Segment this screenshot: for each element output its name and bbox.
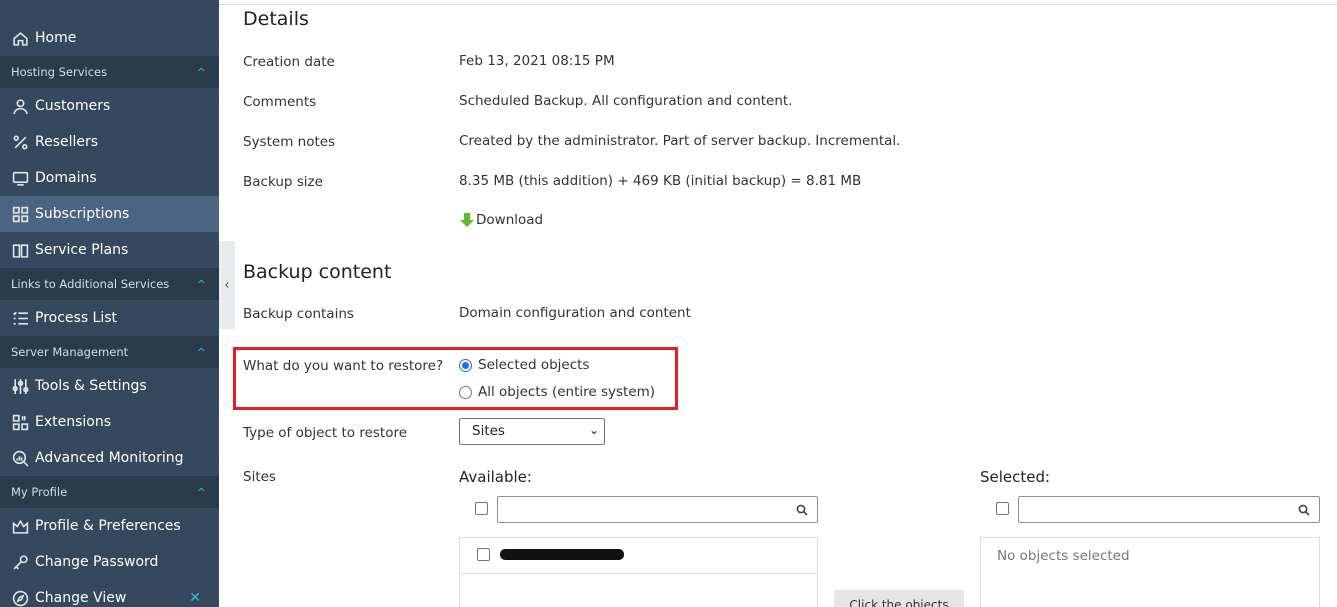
sidebar-item-tools-settings[interactable]: Tools & Settings: [0, 368, 219, 404]
sidebar-item-label: Subscriptions: [35, 206, 130, 222]
sidebar-section-label: My Profile: [11, 485, 68, 499]
redacted-item-name: [500, 549, 624, 560]
sidebar-item-advanced-monitoring[interactable]: Advanced Monitoring: [0, 440, 219, 476]
sidebar-item-profile-preferences[interactable]: Profile & Preferences: [0, 508, 219, 544]
download-label: Download: [476, 212, 544, 228]
details-heading: Details: [243, 8, 309, 30]
sidebar-item-service-plans[interactable]: Service Plans: [0, 232, 219, 268]
sidebar-collapse-handle[interactable]: ‹: [219, 241, 235, 329]
home-icon: [11, 29, 29, 47]
backup-size-label: Backup size: [243, 174, 323, 190]
sidebar-item-label: Change Password: [35, 554, 159, 570]
selected-list: No objects selected: [980, 537, 1320, 607]
backup-size-value: 8.35 MB (this addition) + 469 KB (initia…: [459, 173, 862, 189]
sidebar-item-change-password[interactable]: Change Password: [0, 544, 219, 580]
backup-contains-label: Backup contains: [243, 306, 354, 322]
search-icon: [1298, 504, 1310, 516]
grid-icon: [11, 205, 29, 223]
sidebar-item-label: Extensions: [35, 414, 112, 430]
list-item-checkbox[interactable]: [477, 548, 490, 561]
chevron-up-icon: ^: [196, 65, 206, 79]
selected-select-all-checkbox[interactable]: [996, 502, 1009, 515]
sliders-icon: [11, 377, 29, 395]
selected-search-input[interactable]: [1018, 496, 1320, 523]
crown-icon: [11, 517, 29, 535]
creation-date-label: Creation date: [243, 54, 335, 70]
available-select-all-checkbox[interactable]: [475, 502, 488, 515]
top-divider: [219, 4, 1337, 5]
sidebar-item-label: Domains: [35, 170, 97, 186]
sites-label: Sites: [243, 469, 276, 485]
sidebar-item-customers[interactable]: Customers: [0, 88, 219, 124]
list-item[interactable]: [460, 538, 817, 574]
puzzle-icon: [11, 413, 29, 431]
sidebar-item-label: Change View: [35, 590, 127, 606]
sidebar-item-label: Customers: [35, 98, 111, 114]
percent-icon: [11, 133, 29, 151]
creation-date-value: Feb 13, 2021 08:15 PM: [459, 53, 615, 69]
close-icon[interactable]: ✕: [189, 590, 201, 606]
comments-value: Scheduled Backup. All configuration and …: [459, 93, 793, 109]
user-icon: [11, 97, 29, 115]
list-icon: [11, 309, 29, 327]
sidebar-item-extensions[interactable]: Extensions: [0, 404, 219, 440]
sidebar-section-hosting-services[interactable]: Hosting Services ^: [0, 56, 219, 88]
chevron-up-icon: ^: [196, 345, 206, 359]
sidebar-item-label: Advanced Monitoring: [35, 450, 184, 466]
chevron-up-icon: ^: [196, 485, 206, 499]
chevron-up-icon: ^: [196, 277, 206, 291]
sidebar-section-label: Server Management: [11, 345, 129, 359]
no-objects-text: No objects selected: [997, 548, 1130, 564]
monitor-icon: [11, 169, 29, 187]
sidebar-section-server-management[interactable]: Server Management ^: [0, 336, 219, 368]
sidebar-item-resellers[interactable]: Resellers: [0, 124, 219, 160]
sidebar-section-my-profile[interactable]: My Profile ^: [0, 476, 219, 508]
backup-content-heading: Backup content: [243, 261, 392, 283]
sidebar-item-label: Tools & Settings: [35, 378, 147, 394]
object-type-value: Sites: [472, 423, 505, 439]
highlight-box: [233, 347, 678, 410]
sidebar-item-label: Process List: [35, 310, 118, 326]
download-arrow-icon: [460, 213, 474, 227]
available-search-input[interactable]: [497, 496, 818, 523]
sidebar-item-label: Profile & Preferences: [35, 518, 181, 534]
sidebar-item-label: Resellers: [35, 134, 99, 150]
sidebar-item-subscriptions[interactable]: Subscriptions: [0, 196, 219, 232]
click-objects-button[interactable]: Click the objects: [834, 590, 964, 607]
system-notes-value: Created by the administrator. Part of se…: [459, 133, 901, 149]
system-notes-label: System notes: [243, 134, 336, 150]
download-link[interactable]: Download: [459, 212, 543, 228]
magnifier-chart-icon: [11, 449, 29, 467]
object-type-label: Type of object to restore: [243, 425, 408, 441]
sidebar-section-label: Links to Additional Services: [11, 277, 170, 291]
selected-heading: Selected:: [980, 468, 1051, 486]
sidebar-item-process-list[interactable]: Process List: [0, 300, 219, 336]
sidebar: Home Hosting Services ^ Customers Resellers D…: [0, 0, 219, 607]
comments-label: Comments: [243, 94, 317, 110]
key-icon: [11, 553, 29, 571]
sidebar-item-change-view[interactable]: Change View ✕: [0, 580, 219, 607]
sidebar-item-domains[interactable]: Domains: [0, 160, 219, 196]
book-icon: [11, 241, 29, 259]
available-heading: Available:: [459, 468, 532, 486]
sidebar-item-label: Service Plans: [35, 242, 129, 258]
chevron-down-icon: ⌄: [588, 423, 599, 437]
available-list: [459, 537, 818, 607]
sidebar-section-links-to-additional-services[interactable]: Links to Additional Services ^: [0, 268, 219, 300]
backup-contains-value: Domain configuration and content: [459, 305, 691, 321]
sidebar-item-label: Home: [35, 30, 77, 46]
compass-icon: [11, 589, 29, 607]
sidebar-section-label: Hosting Services: [11, 65, 108, 79]
sidebar-item-home[interactable]: Home: [0, 20, 219, 56]
object-type-select[interactable]: Sites ⌄: [459, 418, 605, 445]
search-icon: [796, 504, 808, 516]
